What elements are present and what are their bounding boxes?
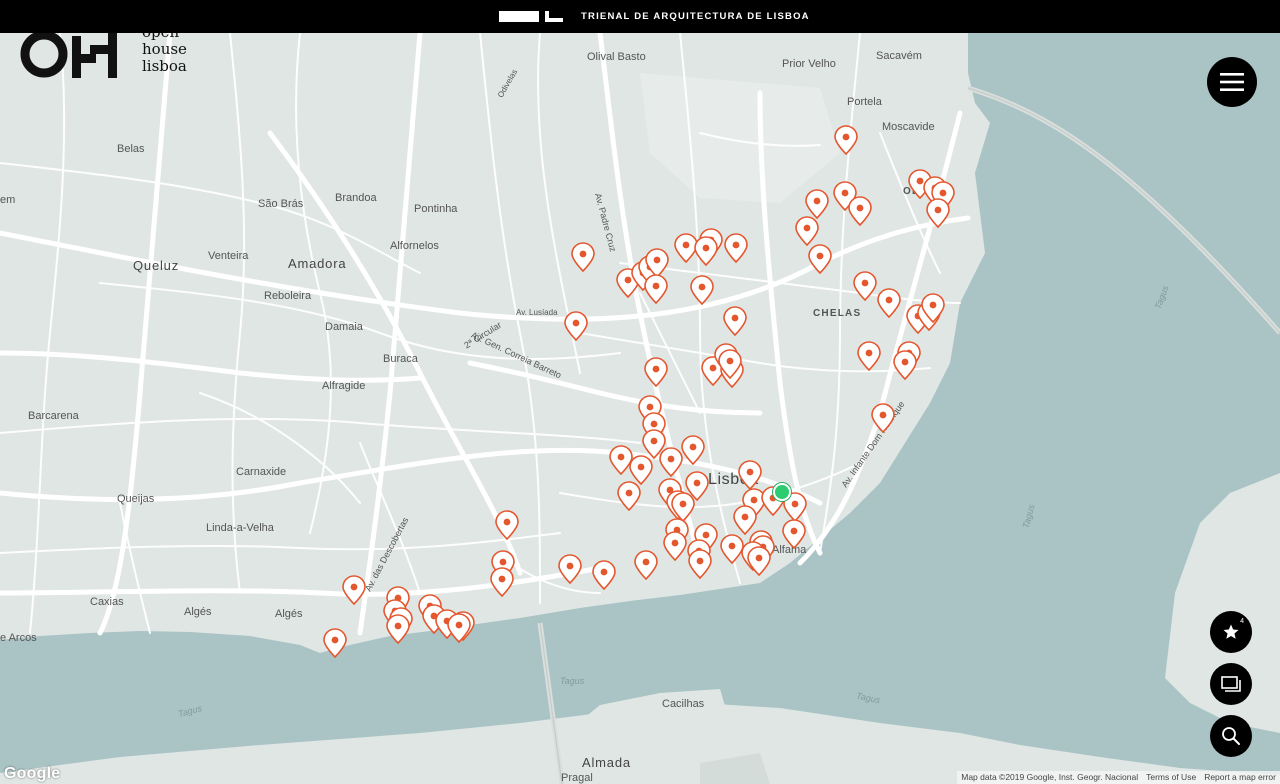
gallery-icon — [1221, 676, 1241, 692]
map-pin-icon[interactable] — [856, 341, 882, 371]
trienal-logo[interactable] — [499, 11, 565, 22]
map-pin-icon[interactable] — [722, 306, 748, 336]
top-bar: TRIENAL DE ARQUITECTURA DE LISBOA — [0, 0, 1280, 33]
trienal-title[interactable]: TRIENAL DE ARQUITECTURA DE LISBOA — [581, 11, 810, 23]
map-pin-icon[interactable] — [794, 216, 820, 246]
map-data-text: Map data ©2019 Google, Inst. Geogr. Naci… — [961, 772, 1139, 782]
map-pin-icon[interactable] — [385, 614, 411, 644]
map-pin-icon[interactable] — [847, 196, 873, 226]
map-pin-icon[interactable] — [876, 288, 902, 318]
report-error-link[interactable]: Report a map error — [1200, 771, 1280, 784]
map-pin-icon[interactable] — [570, 242, 596, 272]
terms-link[interactable]: Terms of Use — [1142, 771, 1200, 784]
map-pin-icon[interactable] — [591, 560, 617, 590]
map-pin-icon[interactable] — [852, 271, 878, 301]
search-button[interactable] — [1210, 715, 1252, 757]
map-pin-icon[interactable] — [781, 519, 807, 549]
map-pin-icon[interactable] — [662, 531, 688, 561]
map-pin-icon[interactable] — [892, 350, 918, 380]
map-pin-icon[interactable] — [341, 575, 367, 605]
gallery-button[interactable] — [1210, 663, 1252, 705]
favorites-button[interactable]: 4 — [1210, 611, 1252, 653]
map-pin-icon[interactable] — [557, 554, 583, 584]
map-pin-icon[interactable] — [643, 357, 669, 387]
map-pin-icon[interactable] — [563, 311, 589, 341]
map-pin-icon[interactable] — [833, 125, 859, 155]
map-pin-icon[interactable] — [616, 481, 642, 511]
map-pin-icon[interactable] — [687, 549, 713, 579]
map-pin-icon[interactable] — [489, 567, 515, 597]
oh-logo-mark — [20, 28, 117, 78]
map-pin-icon[interactable] — [680, 435, 706, 465]
menu-button[interactable] — [1207, 57, 1257, 107]
map-pin-icon[interactable] — [746, 546, 772, 576]
current-location-marker — [773, 483, 791, 501]
google-logo[interactable]: Google — [4, 765, 60, 783]
favorites-count: 4 — [1240, 618, 1244, 625]
map-pin-icon[interactable] — [689, 275, 715, 305]
pins-layer — [0, 33, 1280, 784]
map-canvas[interactable]: Belas São Brás Brandoa Pontinha Olival B… — [0, 33, 1280, 784]
map-pin-icon[interactable] — [322, 628, 348, 658]
brand-line-2: house — [142, 40, 187, 58]
map-pin-icon[interactable] — [693, 236, 719, 266]
map-pin-icon[interactable] — [870, 403, 896, 433]
brand-line-3: lisboa — [142, 57, 187, 75]
map-pin-icon[interactable] — [494, 510, 520, 540]
map-pin-icon[interactable] — [920, 293, 946, 323]
hamburger-icon — [1220, 73, 1244, 91]
map-pin-icon[interactable] — [446, 613, 472, 643]
map-pin-icon[interactable] — [925, 198, 951, 228]
map-attribution: Map data ©2019 Google, Inst. Geogr. Naci… — [957, 771, 1280, 784]
map-pin-icon[interactable] — [804, 189, 830, 219]
map-pin-icon[interactable] — [807, 244, 833, 274]
map-pin-icon[interactable] — [723, 233, 749, 263]
search-icon — [1222, 727, 1240, 745]
star-icon — [1223, 624, 1239, 639]
map-pin-icon[interactable] — [633, 550, 659, 580]
map-pin-icon[interactable] — [643, 274, 669, 304]
map-pin-icon[interactable] — [717, 349, 743, 379]
open-house-logo[interactable]: open house lisboa — [20, 24, 200, 80]
